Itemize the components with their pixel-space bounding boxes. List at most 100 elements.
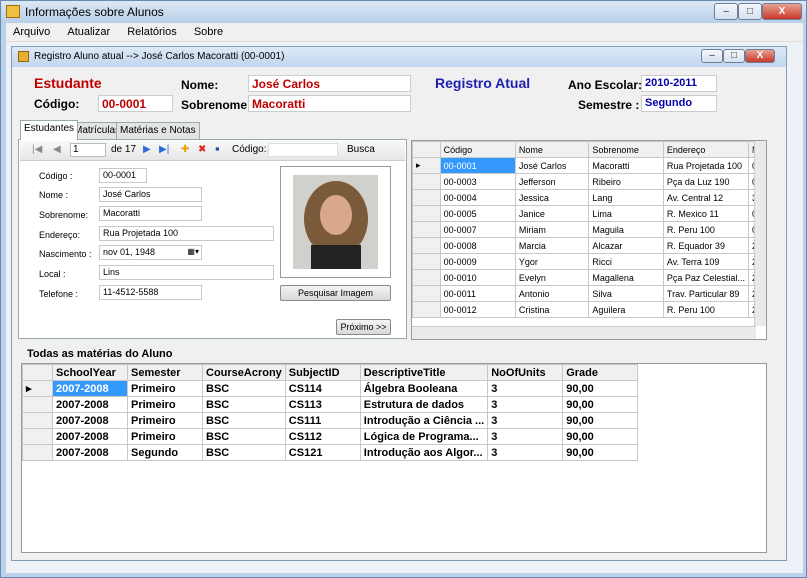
- delete-record-button[interactable]: ✖: [198, 144, 206, 155]
- next-record-button[interactable]: ▶: [143, 144, 151, 155]
- table-cell[interactable]: Janice: [514, 205, 590, 222]
- add-record-button[interactable]: ✚: [181, 144, 189, 155]
- table-cell[interactable]: Introdução aos Algor...: [359, 444, 489, 461]
- row-header[interactable]: [412, 173, 441, 190]
- table-cell[interactable]: Ricci: [588, 253, 664, 270]
- row-header[interactable]: [412, 301, 441, 318]
- proximo-button[interactable]: Próximo >>: [336, 319, 391, 335]
- col-codigo[interactable]: Código: [439, 141, 516, 158]
- table-cell[interactable]: 3: [487, 428, 564, 445]
- table-row[interactable]: 00-0012CristinaAguileraR. Peru 10023: [412, 301, 766, 318]
- menu-arquivo[interactable]: Arquivo: [6, 23, 57, 38]
- table-cell[interactable]: Segundo: [127, 444, 203, 461]
- table-cell[interactable]: José Carlos: [514, 157, 590, 174]
- col-semester[interactable]: Semester: [127, 364, 203, 381]
- table-cell[interactable]: CS112: [284, 428, 361, 445]
- table-cell[interactable]: Ygor: [514, 253, 590, 270]
- table-cell[interactable]: 00-0001: [439, 157, 516, 174]
- table-cell[interactable]: 2007-2008: [52, 428, 128, 445]
- table-cell[interactable]: 3: [487, 412, 564, 429]
- col-nome[interactable]: Nome: [514, 141, 590, 158]
- table-cell[interactable]: Estrutura de dados: [359, 396, 489, 413]
- save-record-button[interactable]: ▪: [215, 141, 220, 156]
- table-cell[interactable]: Lógica de Programa...: [359, 428, 489, 445]
- table-cell[interactable]: BSC: [202, 380, 286, 397]
- prev-record-button[interactable]: ◀: [53, 144, 61, 155]
- table-cell[interactable]: Antonio: [514, 285, 590, 302]
- table-cell[interactable]: CS114: [284, 380, 361, 397]
- table-cell[interactable]: Evelyn: [514, 269, 590, 286]
- row-header[interactable]: [22, 412, 53, 429]
- col-descriptivetitle[interactable]: DescriptiveTitle: [359, 364, 489, 381]
- table-cell[interactable]: Introdução a Ciência ...: [359, 412, 489, 429]
- table-cell[interactable]: 00-0004: [439, 189, 516, 206]
- table-cell[interactable]: Pça da Luz 190: [662, 173, 749, 190]
- calendar-dropdown-icon[interactable]: ▦▾: [187, 247, 199, 256]
- form-endereco-input[interactable]: Rua Projetada 100: [99, 226, 274, 241]
- pesquisar-imagem-button[interactable]: Pesquisar Imagem: [280, 285, 391, 301]
- busca-button[interactable]: Busca: [347, 144, 375, 155]
- form-telefone-input[interactable]: 11-4512-5588: [99, 285, 202, 300]
- table-cell[interactable]: 00-0012: [439, 301, 516, 318]
- table-cell[interactable]: 00-0011: [439, 285, 516, 302]
- col-subjectid[interactable]: SubjectID: [284, 364, 361, 381]
- table-cell[interactable]: Primeiro: [127, 396, 203, 413]
- table-cell[interactable]: 2007-2008: [52, 444, 128, 461]
- table-row[interactable]: 00-0011AntonioSilvaTrav. Particular 8922: [412, 285, 766, 302]
- col-endereco[interactable]: Endereço: [662, 141, 749, 158]
- table-cell[interactable]: Av. Terra 109: [662, 253, 749, 270]
- table-cell[interactable]: 2007-2008: [52, 396, 128, 413]
- row-header[interactable]: [412, 221, 441, 238]
- table-cell[interactable]: Marcia: [514, 237, 590, 254]
- table-cell[interactable]: Primeiro: [127, 412, 203, 429]
- form-local-input[interactable]: Lins: [99, 265, 274, 280]
- table-cell[interactable]: 90,00: [562, 412, 639, 429]
- table-cell[interactable]: Aguilera: [588, 301, 664, 318]
- table-cell[interactable]: CS111: [284, 412, 361, 429]
- table-cell[interactable]: Lang: [588, 189, 664, 206]
- table-row[interactable]: 00-0008MarciaAlcazarR. Equador 3925: [412, 237, 766, 254]
- col-courseacrony[interactable]: CourseAcrony: [202, 364, 286, 381]
- tab-estudantes[interactable]: Estudantes: [20, 120, 79, 140]
- table-cell[interactable]: BSC: [202, 444, 286, 461]
- form-codigo-input[interactable]: 00-0001: [99, 168, 147, 183]
- menu-atualizar[interactable]: Atualizar: [60, 23, 117, 38]
- table-cell[interactable]: 90,00: [562, 380, 639, 397]
- table-cell[interactable]: 2007-2008: [52, 412, 128, 429]
- position-input[interactable]: 1: [70, 143, 106, 157]
- row-header[interactable]: [412, 237, 441, 254]
- child-close-button[interactable]: X: [745, 49, 775, 63]
- search-codigo-input[interactable]: [268, 143, 338, 157]
- form-sobrenome-input[interactable]: Macoratti: [99, 206, 202, 221]
- table-cell[interactable]: 00-0005: [439, 205, 516, 222]
- table-cell[interactable]: 3: [487, 380, 564, 397]
- row-header[interactable]: ▸: [412, 157, 441, 174]
- table-row[interactable]: ▸ 2007-2008 Primeiro BSC CS114 Álgebra Boolea…: [22, 380, 639, 397]
- table-cell[interactable]: R. Peru 100: [662, 221, 749, 238]
- table-cell[interactable]: Lima: [588, 205, 664, 222]
- row-header[interactable]: [412, 269, 441, 286]
- table-cell[interactable]: R. Peru 100: [662, 301, 749, 318]
- table-cell[interactable]: CS121: [284, 444, 361, 461]
- table-row[interactable]: 00-0005JaniceLimaR. Mexico 1105: [412, 205, 766, 222]
- tab-materias-notas[interactable]: Matérias e Notas: [116, 122, 200, 139]
- maximize-button[interactable]: □: [738, 3, 762, 20]
- row-header[interactable]: [22, 396, 53, 413]
- table-cell[interactable]: Macoratti: [588, 157, 664, 174]
- table-cell[interactable]: 2007-2008: [52, 380, 128, 397]
- row-header[interactable]: [22, 428, 53, 445]
- table-row[interactable]: 00-0004JessicaLangAv. Central 1230: [412, 189, 766, 206]
- table-cell[interactable]: BSC: [202, 396, 286, 413]
- col-grade[interactable]: Grade: [562, 364, 639, 381]
- table-cell[interactable]: Maguila: [588, 221, 664, 238]
- table-cell[interactable]: Primeiro: [127, 428, 203, 445]
- table-cell[interactable]: Ribeiro: [588, 173, 664, 190]
- table-cell[interactable]: Magallena: [588, 269, 664, 286]
- table-cell[interactable]: 00-0003: [439, 173, 516, 190]
- child-minimize-button[interactable]: –: [701, 49, 723, 63]
- table-cell[interactable]: BSC: [202, 412, 286, 429]
- table-cell[interactable]: Trav. Particular 89: [662, 285, 749, 302]
- table-cell[interactable]: 00-0008: [439, 237, 516, 254]
- table-cell[interactable]: 90,00: [562, 428, 639, 445]
- table-cell[interactable]: Cristina: [514, 301, 590, 318]
